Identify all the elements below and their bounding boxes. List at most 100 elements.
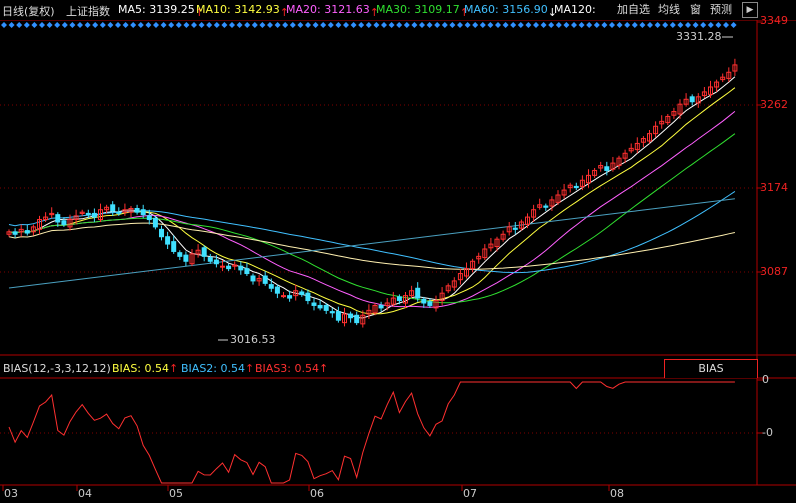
candle-body [317, 304, 323, 309]
candle-body [159, 228, 164, 238]
diamond-marker [274, 22, 281, 28]
candle-body [250, 275, 256, 282]
diamond-marker [495, 22, 501, 28]
diamond-marker [403, 22, 410, 28]
chart-canvas [0, 19, 796, 491]
diamond-marker [373, 22, 380, 28]
diamond-marker [122, 22, 129, 28]
diamond-marker [426, 22, 433, 28]
diamond-marker [297, 22, 304, 28]
ma-line [8, 190, 736, 274]
candle-body [427, 301, 433, 306]
add-watchlist-button[interactable]: 加自选 [617, 2, 650, 18]
diamond-marker [160, 22, 167, 28]
diamond-marker [206, 22, 213, 28]
diamond-marker-row [1, 22, 737, 28]
diamond-marker [434, 22, 441, 28]
ma-legend-item: MA5: 3139.25 ↑ [118, 3, 204, 19]
diamond-marker [343, 22, 349, 28]
ma-legend-item: MA120: [554, 3, 596, 16]
candle-body [262, 275, 268, 284]
candle-body [335, 311, 341, 321]
price-axis-label: 3349 [760, 14, 788, 27]
forecast-button[interactable]: 预测 [710, 2, 732, 18]
price-axis-label: 3262 [760, 98, 788, 111]
ma-legend-item: MA20: 3121.63 ↑ [286, 3, 379, 19]
diamond-marker [578, 22, 585, 28]
bias-value-text: BIAS: 0.54 [112, 362, 169, 375]
diamond-marker [99, 22, 106, 28]
diamond-marker [381, 22, 387, 28]
diamond-marker [723, 22, 729, 28]
diamond-marker [145, 22, 152, 28]
diamond-marker [525, 22, 532, 28]
ma-button[interactable]: 均线 [658, 2, 680, 18]
ma-legend-item: MA30: 3109.17 ↑ [376, 3, 469, 19]
diamond-marker [31, 22, 38, 28]
diamond-marker [411, 22, 418, 28]
diamond-marker [388, 22, 395, 28]
diamond-marker [396, 22, 403, 28]
diamond-marker [563, 22, 570, 28]
diamond-marker [449, 22, 456, 28]
diamond-marker [198, 22, 205, 28]
candle-body [274, 286, 280, 294]
diamond-marker [312, 22, 319, 28]
candle-body [244, 268, 250, 275]
diamond-marker [669, 22, 676, 28]
diamond-marker [236, 22, 243, 28]
candle-body [543, 205, 549, 208]
bias-indicator-tab[interactable]: BIAS [664, 359, 758, 378]
diamond-marker [358, 22, 365, 28]
diamond-marker [229, 22, 235, 28]
candle-body [323, 304, 329, 311]
candle-body [512, 227, 518, 230]
bias-value: BIAS: 0.54↑ [112, 362, 178, 375]
diamond-marker [601, 22, 608, 28]
bias-axis-label: -0 [762, 426, 773, 439]
price-grid [0, 104, 757, 434]
scroll-right-icon[interactable]: ▶ [742, 2, 758, 18]
candle-body [146, 215, 152, 221]
bias2-value-text: BIAS2: 0.54 [181, 362, 245, 375]
diamond-marker [464, 22, 471, 28]
diamond-marker [137, 22, 144, 28]
candle-body [396, 296, 402, 302]
diamond-marker [191, 22, 197, 28]
diamond-marker [647, 22, 653, 28]
ma-line [8, 111, 736, 308]
diamond-marker [677, 22, 684, 28]
diamond-marker [533, 22, 539, 28]
diamond-marker [282, 22, 289, 28]
candle-body [61, 220, 67, 225]
candle-body [134, 208, 140, 213]
bias-indicator-name[interactable]: BIAS(12,-3,3,12,12) [3, 362, 111, 375]
diamond-marker [517, 22, 524, 28]
diamond-marker [130, 22, 137, 28]
diamond-marker [335, 22, 342, 28]
diamond-marker [692, 22, 699, 28]
chart-period-title[interactable]: 日线(复权) [2, 3, 55, 19]
window-button[interactable]: 窗 [690, 2, 701, 18]
diamond-marker [213, 22, 220, 28]
diamond-marker [707, 22, 714, 28]
diamond-marker [175, 22, 182, 28]
diamond-marker [555, 22, 562, 28]
diamond-marker [16, 22, 23, 28]
date-axis-label: 05 [169, 487, 183, 500]
ma-legend-item: MA10: 3142.93 ↑ [196, 3, 289, 19]
diamond-marker [457, 22, 463, 28]
bias-line [8, 381, 735, 484]
price-axis-label: 3174 [760, 181, 788, 194]
candle-body [177, 252, 183, 257]
diamond-marker [23, 22, 30, 28]
date-axis-label: 06 [310, 487, 324, 500]
diamond-marker [540, 22, 547, 28]
diamond-marker [502, 22, 509, 28]
diamond-marker [510, 22, 517, 28]
ma-line [8, 133, 736, 304]
diamond-marker [419, 22, 425, 28]
diamond-marker [609, 22, 615, 28]
up-arrow-icon: ↑ [169, 362, 179, 375]
candle-body [140, 209, 146, 216]
